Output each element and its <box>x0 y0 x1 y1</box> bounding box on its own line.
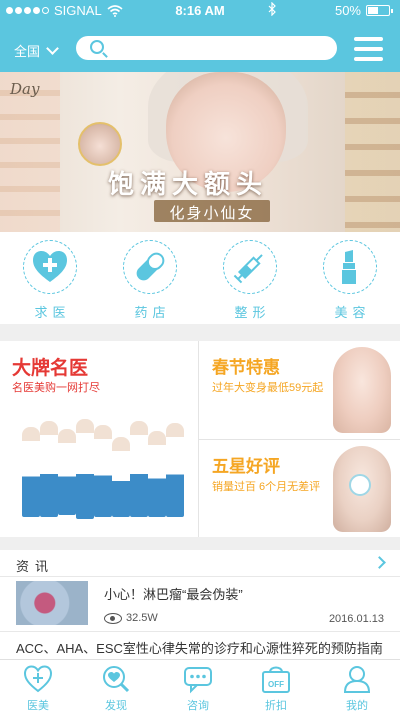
category-label: 美容 <box>334 305 371 320</box>
tab-label: 发现 <box>105 700 127 711</box>
category-label: 药店 <box>134 305 171 320</box>
news-view-count: 32.5W <box>126 612 158 624</box>
top-bar: SIGNAL 8:16 AM 50% 全国 <box>0 0 400 72</box>
news-title: 小心！淋巴瘤“最会伪装” <box>104 587 243 602</box>
hamburger-menu-icon[interactable] <box>354 37 383 61</box>
promo-subtitle: 名医美购一网打尽 <box>12 382 100 394</box>
category-label: 整形 <box>234 305 271 320</box>
promo-grid: 大牌名医 名医美购一网打尽 春节特惠 过年大变身最低59元起 五星好评 销量过百… <box>0 341 400 537</box>
promo-title: 五星好评 <box>212 457 280 476</box>
category-label: 求医 <box>34 305 71 320</box>
category-seek-doctor[interactable]: 求医 <box>20 240 80 320</box>
promo-new-year-sale[interactable]: 春节特惠 过年大变身最低59元起 <box>199 341 400 439</box>
status-bar: SIGNAL 8:16 AM 50% <box>0 0 400 22</box>
search-input[interactable] <box>112 38 327 58</box>
battery-icon <box>366 5 393 16</box>
chevron-right-icon[interactable] <box>373 556 386 569</box>
news-thumbnail <box>16 581 88 625</box>
heart-plus-icon <box>23 665 53 693</box>
tab-label: 医美 <box>27 700 49 711</box>
hero-banner[interactable]: Day 饱满大额头 化身小仙女 <box>0 72 400 232</box>
search-bar[interactable] <box>76 36 337 60</box>
search-icon <box>90 40 104 54</box>
banner-script-text: Day <box>10 80 40 98</box>
off-bag-icon: OFF <box>262 666 290 693</box>
eye-icon <box>104 612 122 624</box>
promo-eye-mask <box>349 474 371 496</box>
tab-mine[interactable]: 我的 <box>327 664 387 711</box>
category-beauty[interactable]: 美容 <box>320 240 380 320</box>
promo-model-photo <box>333 347 391 433</box>
tab-label: 咨询 <box>187 700 209 711</box>
promo-top-doctors[interactable]: 大牌名医 名医美购一网打尽 <box>0 341 198 537</box>
banner-subtitle-box: 化身小仙女 <box>154 200 270 222</box>
syringe-icon <box>233 254 263 284</box>
banner-avatar <box>78 122 122 166</box>
promo-title: 春节特惠 <box>212 358 280 377</box>
person-icon <box>343 666 371 693</box>
category-row: 求医 药店 整形 美容 <box>0 232 400 324</box>
tab-medical-beauty[interactable]: 医美 <box>8 664 68 711</box>
news-views: 32.5W <box>104 612 158 624</box>
city-selector[interactable]: 全国 <box>14 41 59 60</box>
news-heading: 资讯 <box>16 559 55 574</box>
tab-discount[interactable]: OFF 折扣 <box>246 664 306 711</box>
promo-subtitle: 过年大变身最低59元起 <box>212 382 324 394</box>
chevron-down-icon <box>46 41 59 55</box>
news-header[interactable]: 资讯 <box>0 550 400 577</box>
news-date: 2016.01.13 <box>328 613 384 625</box>
pill-icon <box>136 252 165 281</box>
bluetooth-icon <box>268 1 276 19</box>
bottom-tab-bar: 医美 发现 咨询 OFF 折扣 我的 <box>0 659 400 711</box>
heart-plus-icon <box>33 251 67 282</box>
tab-label: 折扣 <box>265 700 287 711</box>
doctors-group-photo <box>20 417 185 529</box>
banner-right-backdrop <box>345 72 400 232</box>
category-pharmacy[interactable]: 药店 <box>120 240 180 320</box>
lipstick-icon <box>342 250 356 284</box>
banner-subtitle: 化身小仙女 <box>169 205 255 222</box>
battery-fill <box>368 7 378 14</box>
promo-title: 大牌名医 <box>12 358 89 379</box>
battery-percent: 50% <box>334 3 361 18</box>
news-item[interactable]: 小心！淋巴瘤“最会伪装” 32.5W 2016.01.13 <box>0 577 400 632</box>
battery-group: 50% <box>334 3 393 18</box>
chat-icon <box>184 667 212 694</box>
search-heart-icon <box>103 666 130 693</box>
tab-discover[interactable]: 发现 <box>86 664 146 711</box>
tab-consult[interactable]: 咨询 <box>168 664 228 711</box>
svg-text:OFF: OFF <box>268 680 284 689</box>
banner-title: 饱满大额头 <box>108 169 269 199</box>
promo-subtitle: 销量过百 6个月无差评 <box>212 481 321 493</box>
category-plastic-surgery[interactable]: 整形 <box>220 240 280 320</box>
promo-five-star[interactable]: 五星好评 销量过百 6个月无差评 <box>199 440 400 538</box>
city-label: 全国 <box>14 44 41 59</box>
tab-label: 我的 <box>346 700 368 711</box>
